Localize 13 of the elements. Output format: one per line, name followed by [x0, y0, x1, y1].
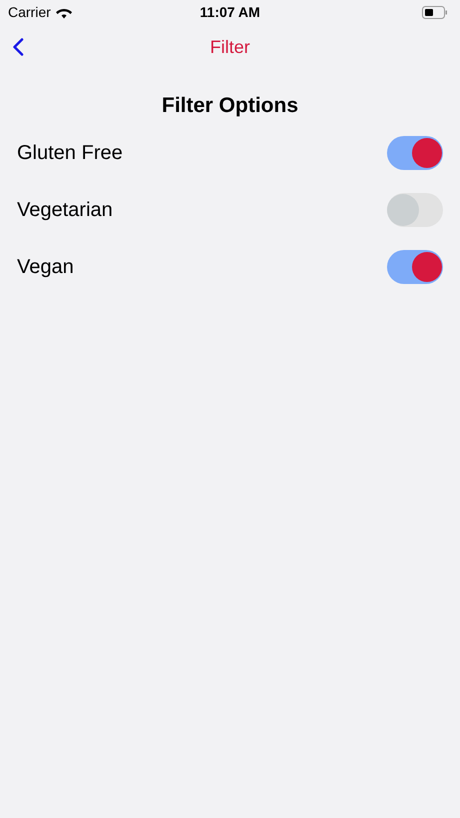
carrier-label: Carrier	[8, 2, 51, 22]
back-chevron-icon	[12, 38, 24, 56]
status-time: 11:07 AM	[200, 2, 260, 22]
nav-title: Filter	[210, 36, 250, 58]
toggle-switch[interactable]	[387, 136, 443, 170]
toggle-switch[interactable]	[387, 193, 443, 227]
section-heading: Filter Options	[162, 94, 298, 117]
battery-icon	[422, 6, 448, 18]
filter-label: Vegan	[17, 255, 74, 280]
toggle-switch[interactable]	[387, 250, 443, 284]
filter-label: Vegetarian	[17, 198, 113, 223]
back-button[interactable]	[10, 36, 26, 58]
filter-label: Gluten Free	[17, 141, 123, 166]
